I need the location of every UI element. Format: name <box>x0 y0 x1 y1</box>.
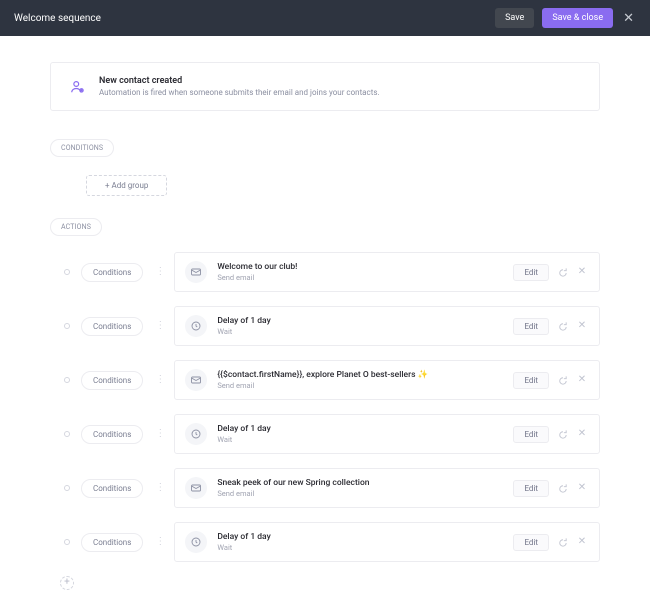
card-body: Delay of 1 dayWait <box>217 532 513 552</box>
card-title: Sneak peek of our new Spring collection <box>217 478 513 488</box>
duplicate-icon[interactable] <box>555 319 569 333</box>
step-conditions-button[interactable]: Conditions <box>81 371 143 390</box>
card-subtitle: Wait <box>217 543 513 552</box>
step-connector-dot <box>64 269 70 275</box>
card-subtitle: Send email <box>217 489 513 498</box>
actions-label: ACTIONS <box>50 218 102 236</box>
step-conditions-button[interactable]: Conditions <box>81 317 143 336</box>
conditions-label: CONDITIONS <box>50 139 114 157</box>
delete-icon[interactable]: ✕ <box>575 373 589 387</box>
mail-icon <box>185 369 207 391</box>
step-connector-dot <box>64 485 70 491</box>
card-subtitle: Wait <box>217 327 513 336</box>
action-card: Delay of 1 dayWaitEdit ✕ <box>174 522 600 562</box>
action-step: Conditions ⋮ Welcome to our club!Send emai… <box>50 252 600 292</box>
duplicate-icon[interactable] <box>555 481 569 495</box>
card-actions: Edit ✕ <box>513 264 589 281</box>
delete-icon[interactable]: ✕ <box>575 535 589 549</box>
card-body: Delay of 1 dayWait <box>217 316 513 336</box>
card-subtitle: Send email <box>217 273 513 282</box>
step-connector-dot <box>64 377 70 383</box>
card-actions: Edit ✕ <box>513 480 589 497</box>
drag-handle-icon[interactable]: ⋮ <box>155 267 165 277</box>
delete-icon[interactable]: ✕ <box>575 427 589 441</box>
card-actions: Edit ✕ <box>513 426 589 443</box>
action-card: Delay of 1 dayWaitEdit ✕ <box>174 414 600 454</box>
actions-flow: Conditions⋮Welcome to our club!Send emai… <box>50 252 600 562</box>
add-step-button[interactable]: + <box>60 576 74 590</box>
step-conditions-button[interactable]: Conditions <box>81 263 143 282</box>
step-connector-dot <box>64 431 70 437</box>
save-button[interactable]: Save <box>495 8 534 28</box>
duplicate-icon[interactable] <box>555 535 569 549</box>
actions-section: ACTIONS Conditions⋮Welcome to our club!S… <box>50 218 600 590</box>
card-body: {{$contact.firstName}}, explore Planet O… <box>217 370 513 390</box>
card-title: Delay of 1 day <box>217 316 513 326</box>
card-actions: Edit ✕ <box>513 534 589 551</box>
drag-handle-icon[interactable]: ⋮ <box>155 537 165 547</box>
edit-button[interactable]: Edit <box>513 264 549 281</box>
action-step: Conditions ⋮ {{$contact.firstName}}, explo… <box>50 360 600 400</box>
action-step: Conditions ⋮ Delay of 1 dayWaitEdit ✕ <box>50 306 600 346</box>
edit-button[interactable]: Edit <box>513 534 549 551</box>
page-title: Welcome sequence <box>14 13 101 24</box>
close-icon[interactable]: ✕ <box>621 12 636 25</box>
edit-button[interactable]: Edit <box>513 318 549 335</box>
drag-handle-icon[interactable]: ⋮ <box>155 375 165 385</box>
trigger-desc: Automation is fired when someone submits… <box>99 88 380 97</box>
clock-icon <box>185 423 207 445</box>
conditions-section: CONDITIONS + Add group <box>50 139 600 196</box>
header-actions: Save Save & close ✕ <box>495 8 636 28</box>
card-actions: Edit ✕ <box>513 372 589 389</box>
step-connector-dot <box>64 539 70 545</box>
delete-icon[interactable]: ✕ <box>575 481 589 495</box>
duplicate-icon[interactable] <box>555 373 569 387</box>
card-body: Welcome to our club!Send email <box>217 262 513 282</box>
action-card: Sneak peek of our new Spring collectionS… <box>174 468 600 508</box>
drag-handle-icon[interactable]: ⋮ <box>155 483 165 493</box>
card-title: Delay of 1 day <box>217 424 513 434</box>
card-title: Welcome to our club! <box>217 262 513 272</box>
edit-button[interactable]: Edit <box>513 372 549 389</box>
card-subtitle: Send email <box>217 381 513 390</box>
step-conditions-button[interactable]: Conditions <box>81 533 143 552</box>
delete-icon[interactable]: ✕ <box>575 265 589 279</box>
action-card: {{$contact.firstName}}, explore Planet O… <box>174 360 600 400</box>
delete-icon[interactable]: ✕ <box>575 319 589 333</box>
card-title: {{$contact.firstName}}, explore Planet O… <box>217 370 513 380</box>
card-body: Delay of 1 dayWait <box>217 424 513 444</box>
mail-icon <box>185 261 207 283</box>
duplicate-icon[interactable] <box>555 265 569 279</box>
clock-icon <box>185 531 207 553</box>
card-title: Delay of 1 day <box>217 532 513 542</box>
mail-icon <box>185 477 207 499</box>
trigger-text: New contact created Automation is fired … <box>99 76 380 97</box>
card-body: Sneak peek of our new Spring collectionS… <box>217 478 513 498</box>
card-actions: Edit ✕ <box>513 318 589 335</box>
user-plus-icon <box>67 77 87 97</box>
action-step: Conditions ⋮ Sneak peek of our new Spring … <box>50 468 600 508</box>
card-subtitle: Wait <box>217 435 513 444</box>
add-group-button[interactable]: + Add group <box>86 175 167 196</box>
action-step: Conditions ⋮ Delay of 1 dayWaitEdit ✕ <box>50 414 600 454</box>
step-conditions-button[interactable]: Conditions <box>81 479 143 498</box>
step-conditions-button[interactable]: Conditions <box>81 425 143 444</box>
header-bar: Welcome sequence Save Save & close ✕ <box>0 0 650 36</box>
clock-icon <box>185 315 207 337</box>
edit-button[interactable]: Edit <box>513 426 549 443</box>
action-step: Conditions ⋮ Delay of 1 dayWaitEdit ✕ <box>50 522 600 562</box>
trigger-card: New contact created Automation is fired … <box>50 62 600 111</box>
step-connector-dot <box>64 323 70 329</box>
action-card: Delay of 1 dayWaitEdit ✕ <box>174 306 600 346</box>
trigger-title: New contact created <box>99 76 380 86</box>
save-close-button[interactable]: Save & close <box>542 8 613 28</box>
drag-handle-icon[interactable]: ⋮ <box>155 321 165 331</box>
action-card: Welcome to our club!Send emailEdit ✕ <box>174 252 600 292</box>
drag-handle-icon[interactable]: ⋮ <box>155 429 165 439</box>
duplicate-icon[interactable] <box>555 427 569 441</box>
canvas: New contact created Automation is fired … <box>0 36 650 610</box>
edit-button[interactable]: Edit <box>513 480 549 497</box>
